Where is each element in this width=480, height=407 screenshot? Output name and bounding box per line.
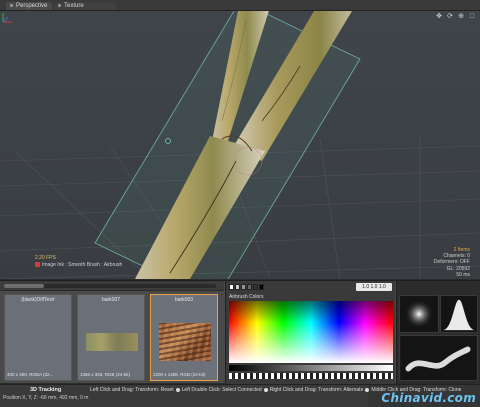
active-tool-title: 3D Tracking	[30, 387, 62, 393]
hint-right-drag: Right Click and Drag: Transform: Alterna…	[269, 387, 364, 393]
hint-left-double: Left Double Click: Select Connected	[181, 387, 262, 393]
swatch[interactable]	[259, 284, 264, 290]
scene-stats: 2 Items Channels: 0 Deformers: OFF GL: 2…	[434, 247, 470, 278]
modo-workspace: Perspective Texture ✥ ⟳ ⊕ □ 2 Items Chan…	[0, 0, 480, 407]
viewport-hud: 2.20 FPS Image Ink : Smooth Brush : Airb…	[35, 255, 122, 269]
clip-title: (blank)DiffTex#	[21, 297, 55, 303]
clip-browser-toolbar	[0, 281, 224, 291]
clip-title: bark007	[101, 297, 121, 303]
move-icon[interactable]: ⟳	[446, 13, 454, 21]
brush-profile-curve[interactable]	[440, 295, 478, 333]
swatch[interactable]	[229, 284, 234, 290]
ink-readout: Image Ink : Smooth Brush : Airbrush	[42, 262, 123, 268]
clip-thumbnail[interactable]: (blank)DiffTex# 400 x 400, RGBA (32...	[4, 294, 72, 381]
axis-gizmo-icon	[2, 13, 12, 23]
brush-falloff-preview[interactable]	[399, 295, 439, 333]
bottom-panels: (blank)DiffTex# 400 x 400, RGBA (32... b…	[0, 280, 480, 384]
color-value-field[interactable]: 1.0 1.0 1.0	[356, 283, 392, 291]
stats-time: 50 ms	[456, 271, 470, 278]
viewport-scene	[0, 11, 480, 279]
maximize-icon[interactable]: □	[468, 13, 476, 21]
position-readout: Position X, Y, Z: -66 mm, 492 mm, 0 m	[3, 395, 89, 401]
color-spectrum[interactable]	[229, 301, 393, 363]
clip-thumbnail-selected[interactable]: bark003 2200 x 1468, RGB (24-bit)	[150, 294, 218, 381]
mouse-bullet-icon	[263, 387, 268, 392]
swatch[interactable]	[253, 284, 258, 290]
status-bar: 3D Tracking Position X, Y, Z: -66 mm, 49…	[0, 384, 480, 407]
3d-viewport[interactable]: ✥ ⟳ ⊕ □ 2 Items Channels: 0 Deformers: OFF …	[0, 11, 480, 279]
thumbnail-size-slider[interactable]	[4, 284, 216, 288]
swatch[interactable]	[235, 284, 240, 290]
zoom-icon[interactable]: ⊕	[457, 13, 465, 21]
clip-image	[86, 333, 138, 351]
clip-info: 2200 x 1468, RGB (24-bit)	[153, 372, 206, 377]
color-swatch-strip	[229, 284, 289, 290]
clip-thumbnail[interactable]: bark007 1366 x 326, RGB (24-bit)	[77, 294, 145, 381]
clip-info: 400 x 400, RGBA (32...	[7, 372, 54, 377]
tab-perspective[interactable]: Perspective	[6, 2, 52, 10]
brush-stroke-preview[interactable]	[399, 335, 478, 381]
swatch[interactable]	[241, 284, 246, 290]
clip-info: 1366 x 326, RGB (24-bit)	[80, 372, 131, 377]
mouse-bullet-icon	[365, 387, 370, 392]
swatch[interactable]	[247, 284, 252, 290]
ink-color-swatch	[35, 262, 40, 268]
viewport-tab-bar: Perspective Texture	[0, 0, 480, 11]
airbrush-colors-label: Airbrush Colors	[229, 294, 264, 300]
tab-dot-icon	[58, 3, 61, 7]
tab-perspective-label: Perspective	[16, 3, 48, 9]
hint-left-drag: Left Click and Drag: Transform: Reset	[90, 387, 174, 393]
color-picker-panel: 1.0 1.0 1.0 Airbrush Colors	[225, 281, 395, 384]
slider-knob[interactable]	[4, 284, 44, 288]
watermark-logo: Chinavid.com	[381, 391, 476, 405]
viewport-nav-icons: ✥ ⟳ ⊕ □	[432, 13, 476, 22]
fps-readout: 2.20 FPS	[35, 255, 56, 261]
tab-texture-label: Texture	[64, 3, 84, 9]
tab-texture[interactable]: Texture	[54, 2, 116, 10]
value-slider[interactable]	[229, 365, 393, 371]
clip-title: bark003	[174, 297, 194, 303]
orbit-icon[interactable]: ✥	[435, 13, 443, 21]
mouse-bullet-icon	[175, 387, 180, 392]
clip-image	[13, 317, 65, 355]
brush-preview-panel	[396, 281, 480, 384]
stats-deformers: Deformers: OFF	[433, 259, 470, 266]
clip-image	[159, 323, 211, 361]
tab-dot-icon	[10, 3, 13, 7]
alpha-slider[interactable]	[229, 373, 393, 379]
